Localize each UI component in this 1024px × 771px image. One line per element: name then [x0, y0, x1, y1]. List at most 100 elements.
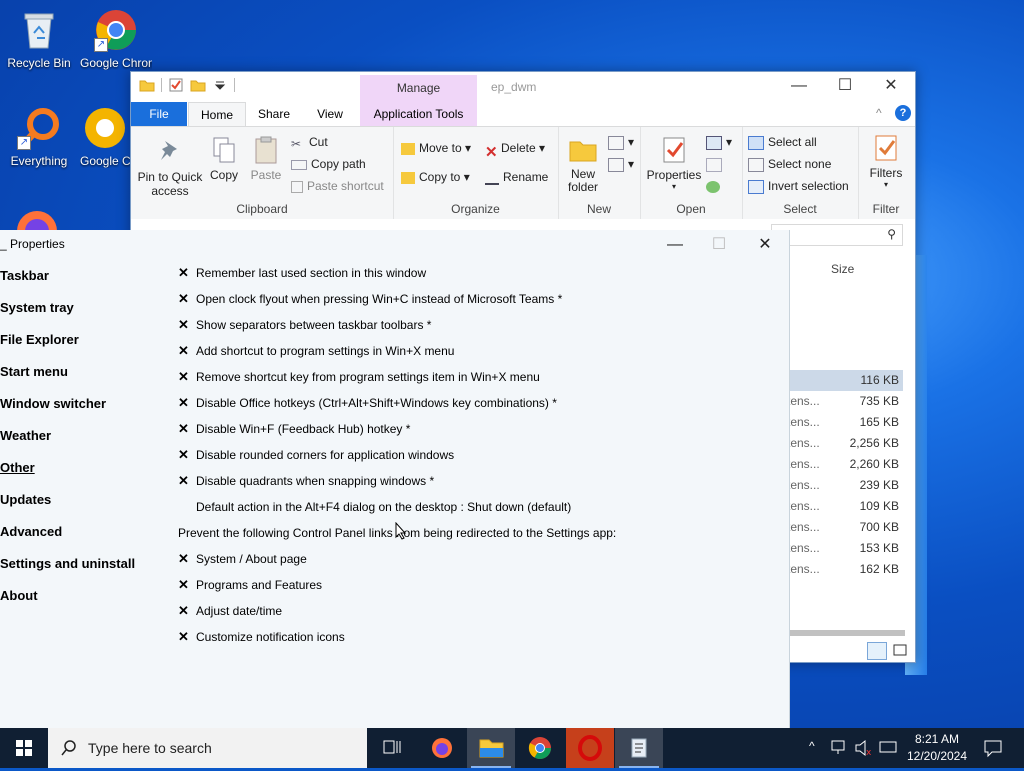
- taskbar-file-explorer[interactable]: [467, 728, 515, 768]
- filters-button[interactable]: Filters ▾: [864, 133, 908, 189]
- chevron-down-icon[interactable]: [212, 78, 228, 92]
- list-item[interactable]: tens... 239 KB: [787, 475, 903, 496]
- nav-item-system-tray[interactable]: System tray: [0, 292, 170, 324]
- volume-muted-icon[interactable]: x: [852, 728, 874, 768]
- option-checkbox[interactable]: ✕ Customize notification icons: [178, 624, 778, 650]
- tab-share[interactable]: Share: [246, 102, 302, 126]
- collapse-ribbon-icon[interactable]: ^: [876, 106, 882, 120]
- desktop-icon-recycle-bin[interactable]: Recycle Bin: [3, 8, 75, 70]
- tab-file[interactable]: File: [131, 102, 187, 126]
- tab-application-tools[interactable]: Application Tools: [360, 102, 477, 126]
- option-checkbox[interactable]: ✕ System / About page: [178, 546, 778, 572]
- minimize-button[interactable]: —: [660, 233, 690, 257]
- move-to-button[interactable]: Move to ▾: [401, 141, 471, 155]
- copy-button[interactable]: Copy: [207, 135, 241, 182]
- nav-item-window-switcher[interactable]: Window switcher: [0, 388, 170, 420]
- new-folder-button[interactable]: New folder: [566, 135, 600, 194]
- nav-item-updates[interactable]: Updates: [0, 484, 170, 516]
- list-item[interactable]: tens... 2,256 KB: [787, 433, 903, 454]
- help-icon[interactable]: ?: [895, 105, 911, 121]
- large-icons-view-icon[interactable]: [891, 642, 909, 658]
- list-item[interactable]: tens... 165 KB: [787, 412, 903, 433]
- taskbar-chrome[interactable]: [516, 728, 564, 768]
- nav-item-about[interactable]: About: [0, 580, 170, 612]
- nav-item-advanced[interactable]: Advanced: [0, 516, 170, 548]
- open-button[interactable]: ▾: [706, 135, 732, 150]
- rename-button[interactable]: Rename: [485, 170, 548, 185]
- taskbar-search-box[interactable]: Type here to search: [48, 728, 367, 768]
- copy-to-button[interactable]: Copy to ▾: [401, 170, 470, 184]
- cut-button[interactable]: ✂ Cut: [291, 135, 328, 151]
- list-item[interactable]: tens... 162 KB: [787, 559, 903, 580]
- select-all-button[interactable]: Select all: [748, 135, 817, 150]
- option-checkbox[interactable]: ✕ Programs and Features: [178, 572, 778, 598]
- taskbar-opera[interactable]: [566, 728, 614, 768]
- maximize-button[interactable]: ☐: [704, 233, 734, 257]
- list-item[interactable]: tens... 109 KB: [787, 496, 903, 517]
- start-button[interactable]: [0, 728, 48, 768]
- paste-shortcut-button[interactable]: Paste shortcut: [291, 179, 384, 193]
- option-checkbox[interactable]: ✕ Remove shortcut key from program settin…: [178, 364, 778, 390]
- option-checkbox[interactable]: ✕ Disable rounded corners for application…: [178, 442, 778, 468]
- easy-access-icon: [608, 157, 624, 172]
- option-checkbox[interactable]: ✕ Adjust date/time: [178, 598, 778, 624]
- copy-path-button[interactable]: Copy path: [291, 157, 366, 171]
- nav-item-weather[interactable]: Weather: [0, 420, 170, 452]
- list-item[interactable]: tens... 700 KB: [787, 517, 903, 538]
- checked-x-icon: ✕: [178, 473, 189, 488]
- nav-item-taskbar[interactable]: Taskbar: [0, 260, 170, 292]
- properties-qat-icon[interactable]: [168, 78, 184, 92]
- list-item[interactable]: tens... 735 KB: [787, 391, 903, 412]
- invert-selection-button[interactable]: Invert selection: [748, 179, 849, 194]
- properties-button[interactable]: Properties ▾: [646, 135, 702, 191]
- close-button[interactable]: ✕: [750, 233, 780, 257]
- option-checkbox[interactable]: ✕ Open clock flyout when pressing Win+C i…: [178, 286, 778, 312]
- nav-item-other[interactable]: Other: [0, 452, 170, 484]
- nav-item-file-explorer[interactable]: File Explorer: [0, 324, 170, 356]
- notifications-button[interactable]: [978, 728, 1008, 768]
- new-folder-qat-icon[interactable]: [190, 78, 206, 92]
- option-dropdown-alt-f4[interactable]: Default action in the Alt+F4 dialog on t…: [178, 494, 778, 520]
- option-checkbox[interactable]: ✕ Disable Office hotkeys (Ctrl+Alt+Shift+…: [178, 390, 778, 416]
- network-icon[interactable]: [828, 728, 850, 768]
- nav-item-start-menu[interactable]: Start menu: [0, 356, 170, 388]
- search-input[interactable]: ⚲: [771, 224, 903, 246]
- manage-context-tab[interactable]: Manage: [360, 75, 477, 102]
- option-checkbox[interactable]: ✕ Disable quadrants when snapping windows…: [178, 468, 778, 494]
- pin-to-quick-access-button[interactable]: Pin to Quick access: [137, 137, 203, 198]
- desktop-icon-chrome[interactable]: ↗ Google Chrome: [80, 8, 152, 70]
- details-view-icon[interactable]: [867, 642, 887, 660]
- easy-access-button[interactable]: ▾: [608, 157, 634, 172]
- keyboard-icon[interactable]: [878, 728, 898, 768]
- option-checkbox[interactable]: ✕ Disable Win+F (Feedback Hub) hotkey *: [178, 416, 778, 442]
- desktop-icon-chrome-2[interactable]: Google Chrome: [80, 106, 130, 168]
- nav-item-settings-and-uninstall[interactable]: Settings and uninstall: [0, 548, 170, 580]
- new-item-button[interactable]: ▾: [608, 135, 634, 150]
- delete-button[interactable]: ✕ Delete ▾: [485, 141, 545, 161]
- list-item[interactable]: tens... 153 KB: [787, 538, 903, 559]
- select-none-button[interactable]: Select none: [748, 157, 831, 172]
- tab-home[interactable]: Home: [188, 102, 246, 127]
- horizontal-scrollbar[interactable]: [787, 630, 905, 636]
- task-view-button[interactable]: [368, 728, 416, 768]
- column-header-size[interactable]: Size: [831, 262, 854, 276]
- taskbar-firefox[interactable]: [418, 728, 466, 768]
- option-checkbox[interactable]: ✕ Remember last used section in this wind…: [178, 260, 778, 286]
- close-button[interactable]: ✕: [868, 72, 914, 102]
- list-item[interactable]: tens... 2,260 KB: [787, 454, 903, 475]
- taskbar-clock[interactable]: 8:21 AM 12/20/2024: [902, 731, 972, 765]
- history-button[interactable]: [706, 179, 724, 193]
- list-item[interactable]: 116 KB: [787, 370, 903, 391]
- edit-button[interactable]: [706, 157, 726, 172]
- filters-icon: [875, 135, 897, 161]
- paste-button[interactable]: Paste: [249, 135, 283, 182]
- maximize-button[interactable]: ☐: [822, 72, 868, 102]
- show-hidden-icons-button[interactable]: ^: [806, 728, 824, 768]
- desktop-icon-everything[interactable]: ↗ Everything: [3, 106, 75, 168]
- option-checkbox[interactable]: ✕ Show separators between taskbar toolbar…: [178, 312, 778, 338]
- opera-icon: [578, 735, 602, 761]
- option-checkbox[interactable]: ✕ Add shortcut to program settings in Win…: [178, 338, 778, 364]
- taskbar-properties-app[interactable]: [615, 728, 663, 768]
- tab-view[interactable]: View: [302, 102, 358, 126]
- minimize-button[interactable]: —: [776, 72, 822, 102]
